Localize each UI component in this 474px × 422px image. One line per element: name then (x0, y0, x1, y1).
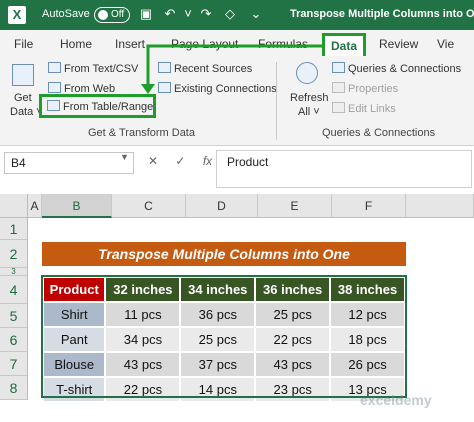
row-header-6[interactable]: 6 (0, 328, 28, 352)
edit-links-label: Edit Links (348, 103, 396, 115)
autosave-toggle[interactable]: Off (94, 7, 130, 23)
tab-view[interactable]: Vie (437, 37, 454, 51)
formula-bar: B4 ▼ ✕ ✓ fx Product (0, 146, 474, 190)
edit-links-icon (332, 102, 345, 113)
cancel-icon[interactable]: ✕ (148, 154, 158, 168)
from-text-csv-button[interactable]: From Text/CSV (48, 62, 138, 75)
tab-formulas[interactable]: Formulas (258, 37, 308, 51)
refresh-dropdown[interactable]: All ˅ (298, 106, 320, 118)
tab-home[interactable]: Home (60, 37, 92, 51)
get-data-label[interactable]: Get (14, 92, 32, 104)
tab-insert[interactable]: Insert (115, 37, 145, 51)
queries-icon (332, 62, 345, 73)
get-data-icon (12, 64, 34, 86)
edit-links-button[interactable]: Edit Links (332, 102, 396, 115)
refresh-all-icon (296, 62, 318, 84)
column-header-f[interactable]: F (332, 194, 406, 218)
row-header-3[interactable]: 3 (0, 268, 28, 276)
fx-icon[interactable]: fx (203, 154, 212, 168)
queries-connections-label: Queries & Connections (348, 63, 462, 75)
tab-file[interactable]: File (14, 37, 33, 51)
autosave-label: AutoSave (42, 8, 90, 20)
formula-input[interactable]: Product (216, 150, 472, 188)
column-header-e[interactable]: E (258, 194, 332, 218)
clear-icon[interactable]: ◇ (222, 6, 238, 22)
row-header-2[interactable]: 2 (0, 240, 28, 268)
group-label-get-transform: Get & Transform Data (88, 127, 195, 139)
undo-dropdown-icon[interactable]: ˅ (180, 6, 196, 22)
row-header-1[interactable]: 1 (0, 218, 28, 240)
column-header-d[interactable]: D (186, 194, 258, 218)
recent-sources-button[interactable]: Recent Sources (158, 62, 252, 75)
column-header-a[interactable]: A (28, 194, 42, 218)
existing-connections-label: Existing Connections (174, 83, 277, 95)
existing-connections-button[interactable]: Existing Connections (158, 82, 277, 95)
enter-icon[interactable]: ✓ (175, 154, 185, 168)
autosave-state: Off (111, 9, 125, 20)
text-file-icon (48, 62, 61, 73)
tab-page-layout[interactable]: Page Layout (171, 37, 238, 51)
get-data-dropdown[interactable]: Data ˅ (10, 106, 43, 118)
document-title: Transpose Multiple Columns into O... (290, 8, 474, 20)
properties-icon (332, 82, 345, 93)
group-separator (276, 62, 277, 140)
recent-sources-icon (158, 62, 171, 73)
selected-range-outline (41, 275, 407, 398)
row-header-7[interactable]: 7 (0, 352, 28, 376)
properties-button[interactable]: Properties (332, 82, 398, 95)
row-header-4[interactable]: 4 (0, 276, 28, 304)
select-all-corner[interactable] (0, 194, 28, 218)
save-icon[interactable]: ▣ (138, 6, 154, 22)
customize-toolbar-icon[interactable]: ⌄ (248, 6, 264, 22)
properties-label: Properties (348, 83, 399, 95)
watermark-logo: exceldemy (360, 392, 432, 408)
queries-connections-button[interactable]: Queries & Connections (332, 62, 461, 75)
ribbon-body: Get Data ˅ From Text/CSV From Web From T… (0, 56, 474, 146)
formula-buttons: ✕ ✓ fx (148, 154, 226, 168)
from-text-csv-label: From Text/CSV (64, 63, 139, 75)
recent-sources-label: Recent Sources (174, 63, 253, 75)
row-header-8[interactable]: 8 (0, 376, 28, 400)
web-icon (48, 82, 61, 93)
column-header-c[interactable]: C (112, 194, 186, 218)
worksheet-grid[interactable]: A B C D E F 1 2 3 4 5 6 7 8 Transpose Mu… (0, 194, 474, 422)
refresh-label[interactable]: Refresh (290, 92, 329, 104)
from-table-range-highlight (39, 94, 156, 118)
row-header-5[interactable]: 5 (0, 304, 28, 328)
undo-icon[interactable]: ↶ (162, 6, 178, 22)
tab-review[interactable]: Review (379, 37, 418, 51)
ribbon-tabs: File Home Insert Page Layout Formulas Da… (0, 30, 474, 59)
toggle-knob (98, 10, 108, 20)
name-box[interactable]: B4 (4, 152, 134, 174)
column-header-g[interactable] (406, 194, 474, 218)
redo-icon[interactable]: ↷ (198, 6, 214, 22)
existing-connections-icon (158, 82, 171, 93)
sheet-title-banner: Transpose Multiple Columns into One (42, 242, 406, 266)
title-bar: X AutoSave Off ▣ ↶ ˅ ↷ ◇ ⌄ Transpose Mul… (0, 0, 474, 30)
group-label-queries: Queries & Connections (322, 127, 436, 139)
name-box-dropdown-icon[interactable]: ▼ (120, 152, 129, 162)
excel-logo: X (8, 6, 26, 24)
column-header-b[interactable]: B (42, 194, 112, 218)
